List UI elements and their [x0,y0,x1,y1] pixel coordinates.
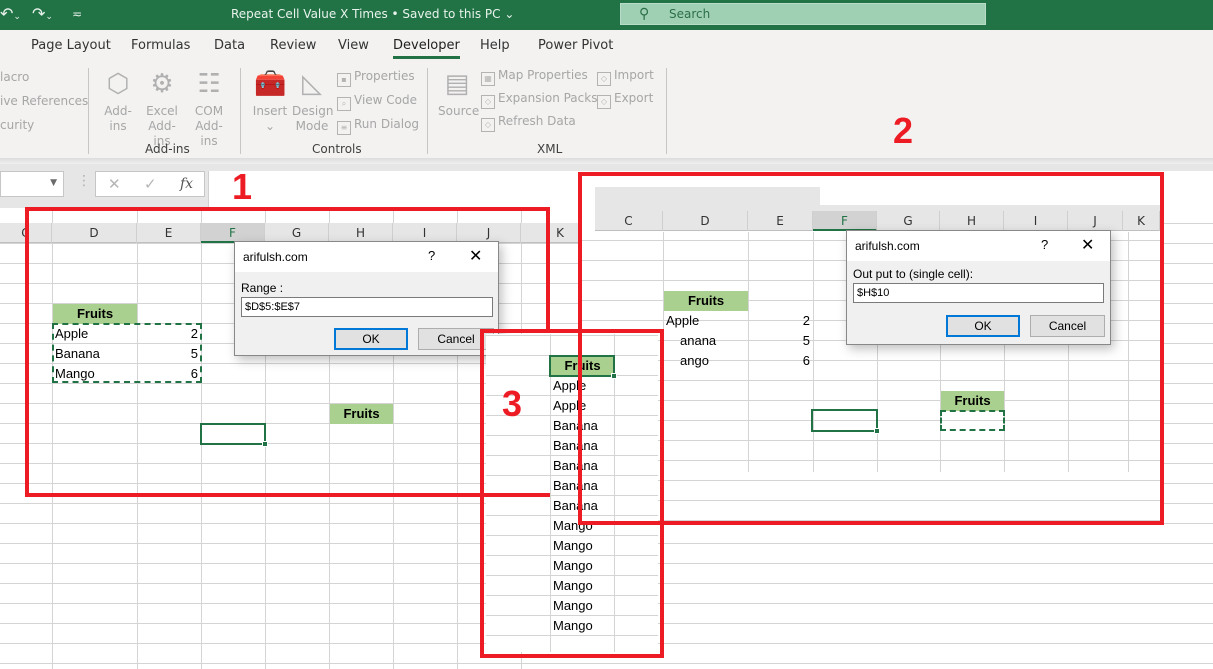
annotation-number-1: 1 [232,166,253,207]
record-macro-button[interactable]: lacro [0,70,29,84]
view-code-icon: ⌕ [337,97,351,111]
view-code-label: View Code [354,93,418,107]
ribbon-separator [427,68,428,154]
tab-view[interactable]: View [338,38,369,53]
relative-references-button[interactable]: ive References [0,94,88,108]
excel-addins-button[interactable]: ⚙ Excel Add-ins [140,68,184,149]
map-properties-label: Map Properties [498,68,588,82]
expansion-packs-button[interactable]: ◇ Expansion Packs [481,91,597,109]
run-dialog-label: Run Dialog [354,117,420,131]
chevron-down-icon: ⌄ [264,119,276,133]
controls-group-label: Controls [312,142,362,156]
toolbox-icon: 🧰 [254,69,287,99]
import-icon: ◇ [597,72,611,86]
design-mode-label-1: Design [292,104,334,118]
expansion-packs-label: Expansion Packs [498,91,598,105]
map-properties-icon: ▦ [481,72,495,86]
addins-group-label: Add-ins [145,142,190,156]
export-icon: ◇ [597,95,611,109]
tab-review[interactable]: Review [270,38,316,53]
tab-data[interactable]: Data [214,38,245,53]
gear-icon: ⚙ [150,69,174,99]
tab-page-layout[interactable]: Page Layout [31,38,111,53]
xml-group-label: XML [537,142,563,156]
com-addins-label-1: COM [194,104,224,118]
properties-button[interactable]: ▪ Properties [337,69,415,87]
com-addins-button[interactable]: ☷ COM Add-ins [187,68,231,149]
com-addins-label-2: Add-ins [195,119,223,148]
refresh-data-label: Refresh Data [498,114,576,128]
ribbon-separator [666,68,667,154]
name-box[interactable]: ▼ [0,171,64,197]
import-label: Import [614,68,654,82]
ribbon-separator [88,68,89,154]
annotation-box-2 [578,172,1164,525]
document-title[interactable]: Repeat Cell Value X Times • Saved to thi… [231,7,514,21]
refresh-data-icon: ◇ [481,118,495,132]
export-label: Export [614,91,654,105]
ribbon-tabs: Page Layout Formulas Data Review View De… [0,30,1213,62]
source-icon: ▤ [444,69,470,99]
run-dialog-icon: ≡ [337,121,351,135]
cancel-entry-icon[interactable]: ✕ [108,175,121,193]
view-code-button[interactable]: ⌕ View Code [337,93,417,111]
design-mode-label-2: Mode [295,119,329,133]
map-properties-button[interactable]: ▦ Map Properties [481,68,588,86]
insert-function-icon[interactable]: fx [180,176,193,192]
chevron-down-icon[interactable]: ▼ [50,178,57,188]
import-button[interactable]: ◇ Import [597,68,654,86]
tab-power-pivot[interactable]: Power Pivot [538,38,613,53]
excel-addins-label-1: Excel [146,104,178,118]
ribbon-separator [240,68,241,154]
source-button[interactable]: ▤ Source [438,68,480,119]
expansion-packs-icon: ◇ [481,95,495,109]
annotation-box-3 [480,329,664,658]
annotation-box-1-edge [546,207,550,330]
tab-help[interactable]: Help [480,38,510,53]
customize-qat-icon[interactable]: ≂ [72,7,82,21]
undo-icon[interactable]: ↶⌄ [0,4,21,23]
annotation-number-3: 3 [502,383,523,424]
search-input[interactable]: ⚲ Search [620,3,986,25]
addins-label-1: Add- [104,104,132,118]
com-addins-icon: ☷ [197,69,221,99]
properties-icon: ▪ [337,73,351,87]
redo-icon[interactable]: ↷⌄ [32,4,53,23]
design-mode-icon: ◺ [302,69,322,99]
tab-formulas[interactable]: Formulas [131,38,190,53]
export-button[interactable]: ◇ Export [597,91,653,109]
screenshot-root: ↶⌄ ↷⌄ ≂ Repeat Cell Value X Times • Save… [0,0,1213,669]
source-label: Source [438,104,480,118]
design-mode-button[interactable]: ◺ Design Mode [292,68,334,134]
annotation-box-1 [25,207,550,497]
hexagon-icon: ⬡ [106,69,130,99]
search-placeholder: Search [669,7,711,21]
refresh-data-button[interactable]: ◇ Refresh Data [481,114,576,132]
annotation-number-2: 2 [893,110,914,151]
ribbon: lacro ive References curity ⬡ Add- ins ⚙… [0,62,1213,158]
insert-control-button[interactable]: 🧰 Insert ⌄ [252,68,288,134]
addins-button[interactable]: ⬡ Add- ins [98,68,138,134]
macro-security-button[interactable]: curity [0,118,34,132]
enter-entry-icon[interactable]: ✓ [144,175,157,193]
run-dialog-button[interactable]: ≡ Run Dialog [337,117,419,135]
resize-handle-icon[interactable]: ⋮ [77,173,91,189]
addins-label-2: ins [109,119,127,133]
search-icon: ⚲ [639,6,650,22]
title-bar: ↶⌄ ↷⌄ ≂ Repeat Cell Value X Times • Save… [0,0,1213,30]
formula-buttons: ✕ ✓ fx [95,171,205,197]
tab-developer[interactable]: Developer [393,38,460,59]
insert-label: Insert [252,104,288,118]
properties-label: Properties [354,69,415,83]
